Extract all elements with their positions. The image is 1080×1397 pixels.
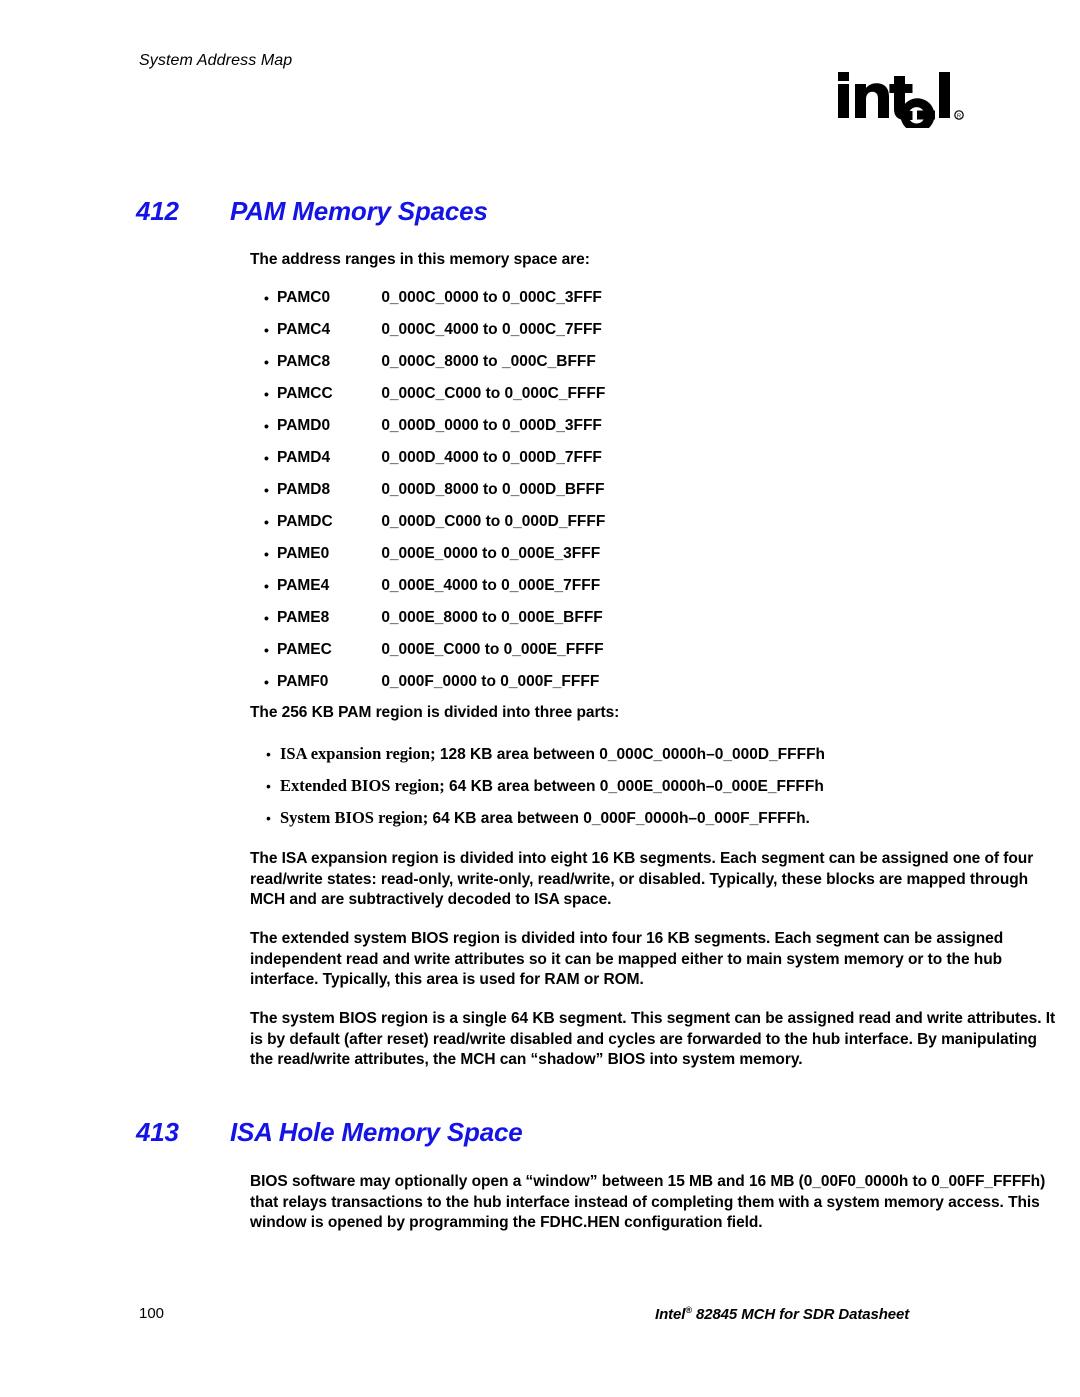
bullet-glyph: • — [264, 450, 269, 466]
list-item: • PAMEC 0_000E_C000 to 0_000E_FFFF — [250, 634, 950, 666]
pam-register-name: PAMD0 — [277, 417, 331, 434]
section-number: 412 — [136, 196, 179, 226]
list-item: • PAMC4 0_000C_4000 to 0_000C_7FFF — [250, 314, 950, 346]
pam-address-list: • PAMC0 0_000C_0000 to 0_000C_3FFF • PAM… — [250, 282, 950, 698]
footer-doc-title-suffix: 82845 MCH for SDR Datasheet — [691, 1306, 910, 1323]
pam-address-range: 0_000C_4000 to 0_000C_7FFF — [381, 321, 602, 338]
pam-register-name: PAMD4 — [277, 449, 331, 466]
bullet-glyph: • — [264, 290, 269, 306]
bullet-glyph: • — [264, 610, 269, 626]
bullet-glyph: • — [266, 810, 271, 826]
list-item: • PAMD8 0_000D_8000 to 0_000D_BFFF — [250, 474, 950, 506]
pam-address-range: 0_000D_4000 to 0_000D_7FFF — [381, 449, 602, 466]
pam-register-name: PAMC4 — [277, 321, 331, 338]
list-item: • PAMC0 0_000C_0000 to 0_000C_3FFF — [250, 282, 950, 314]
list-item: • PAMD0 0_000D_0000 to 0_000D_3FFF — [250, 410, 950, 442]
region-detail: 64 KB area between 0_000F_0000h–0_000F_F… — [428, 810, 810, 827]
pam-register-name: PAMEC — [277, 641, 332, 658]
region-label: Extended BIOS region; — [280, 776, 445, 795]
paragraph-isa-hole-window: BIOS software may optionally open a “win… — [250, 1173, 1046, 1231]
bullet-glyph: • — [264, 578, 269, 594]
region-detail: 64 KB area between 0_000E_0000h–0_000E_F… — [444, 778, 824, 795]
intel-logo: R — [836, 70, 966, 128]
list-item: • PAME0 0_000E_0000 to 0_000E_3FFF — [250, 538, 950, 570]
bullet-glyph: • — [264, 642, 269, 658]
region-label: System BIOS region; — [280, 808, 429, 827]
section-title: PAM Memory Spaces — [230, 196, 488, 226]
list-item: • System BIOS region; 64 KB area between… — [250, 802, 1040, 834]
pam-register-name: PAME0 — [277, 545, 330, 562]
pam-address-range: 0_000E_C000 to 0_000E_FFFF — [381, 641, 604, 658]
list-item: • PAMCC 0_000C_C000 to 0_000C_FFFF — [250, 378, 950, 410]
list-item: • PAMD4 0_000D_4000 to 0_000D_7FFF — [250, 442, 950, 474]
bullet-glyph: • — [264, 482, 269, 498]
bullet-glyph: • — [266, 778, 271, 794]
paragraph-extended-bios-region: The extended system BIOS region is divid… — [250, 930, 1004, 988]
region-detail: 128 KB area between 0_000C_0000h–0_000D_… — [435, 746, 826, 763]
bullet-glyph: • — [264, 514, 269, 530]
pam-address-range: 0_000C_0000 to 0_000C_3FFF — [381, 289, 602, 306]
pam-parts-intro: The 256 KB PAM region is divided into th… — [250, 704, 620, 721]
list-item: • PAMF0 0_000F_0000 to 0_000F_FFFF — [250, 666, 950, 698]
running-header: System Address Map — [139, 52, 293, 69]
pam-address-range: 0_000D_C000 to 0_000D_FFFF — [381, 513, 606, 530]
pam-register-name: PAMDC — [277, 513, 333, 530]
bullet-glyph: • — [264, 386, 269, 402]
section-number: 413 — [136, 1117, 179, 1147]
bullet-glyph: • — [264, 418, 269, 434]
pam-register-name: PAMF0 — [277, 673, 329, 690]
list-item: • PAME8 0_000E_8000 to 0_000E_BFFF — [250, 602, 950, 634]
pam-register-name: PAMCC — [277, 385, 333, 402]
pam-address-range: 0_000C_C000 to 0_000C_FFFF — [381, 385, 606, 402]
pam-address-range: 0_000E_4000 to 0_000E_7FFF — [381, 577, 601, 594]
pam-address-range: 0_000D_8000 to 0_000D_BFFF — [381, 481, 605, 498]
pam-address-range: 0_000E_8000 to 0_000E_BFFF — [381, 609, 603, 626]
footer-page-number: 100 — [139, 1305, 165, 1322]
paragraph-system-bios-region: The system BIOS region is a single 64 KB… — [250, 1010, 1056, 1068]
pam-intro-line: The address ranges in this memory space … — [250, 251, 590, 268]
list-item: • PAMDC 0_000D_C000 to 0_000D_FFFF — [250, 506, 950, 538]
pam-address-range: 0_000E_0000 to 0_000E_3FFF — [381, 545, 601, 562]
section-title: ISA Hole Memory Space — [230, 1117, 523, 1147]
pam-register-name: PAMC8 — [277, 353, 331, 370]
pam-register-name: PAME4 — [277, 577, 330, 594]
bullet-glyph: • — [264, 546, 269, 562]
pam-register-name: PAMD8 — [277, 481, 331, 498]
list-item: • Extended BIOS region; 64 KB area betwe… — [250, 770, 1040, 802]
pam-address-range: 0_000C_8000 to _000C_BFFF — [381, 353, 596, 370]
footer-document-title: Intel® 82845 MCH for SDR Datasheet — [655, 1305, 909, 1323]
list-item: • ISA expansion region; 128 KB area betw… — [250, 738, 1040, 770]
list-item: • PAMC8 0_000C_8000 to _000C_BFFF — [250, 346, 950, 378]
paragraph-isa-expansion-region: The ISA expansion region is divided into… — [250, 850, 1034, 908]
bullet-glyph: • — [266, 746, 271, 762]
bullet-glyph: • — [264, 354, 269, 370]
list-item: • PAME4 0_000E_4000 to 0_000E_7FFF — [250, 570, 950, 602]
region-label: ISA expansion region; — [280, 744, 436, 763]
footer-doc-title-prefix: Intel — [655, 1306, 686, 1323]
pam-address-range: 0_000F_0000 to 0_000F_FFFF — [381, 673, 600, 690]
pam-register-name: PAME8 — [277, 609, 330, 626]
bullet-glyph: • — [264, 674, 269, 690]
pam-register-name: PAMC0 — [277, 289, 331, 306]
svg-text:R: R — [957, 114, 961, 120]
bullet-glyph: • — [264, 322, 269, 338]
pam-region-list: • ISA expansion region; 128 KB area betw… — [250, 738, 1040, 834]
pam-address-range: 0_000D_0000 to 0_000D_3FFF — [381, 417, 602, 434]
